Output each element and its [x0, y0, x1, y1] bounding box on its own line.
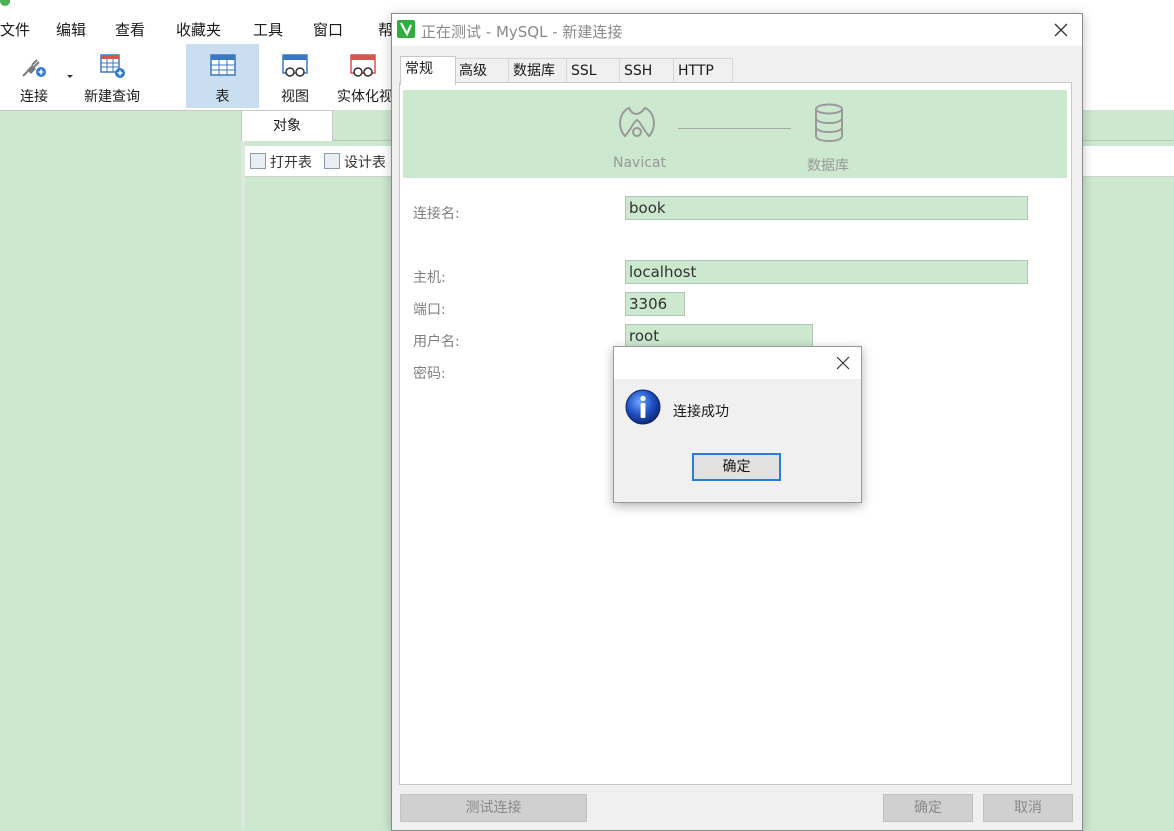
dialog-title: 正在测试 - MySQL - 新建连接: [421, 23, 623, 41]
open-table-label: 打开表: [270, 155, 312, 171]
table-label: 表: [215, 89, 230, 105]
connection-name-input[interactable]: [625, 196, 1028, 220]
host-label: 主机:: [413, 270, 446, 286]
materialized-view-icon: [350, 54, 376, 77]
view-icon: [282, 54, 308, 77]
connection-banner: Navicat 数据库: [403, 90, 1067, 178]
navicat-app-icon: [397, 20, 415, 38]
new-query-label: 新建查询: [84, 89, 140, 105]
tab-http[interactable]: HTTP: [673, 58, 733, 83]
design-table-icon: [324, 153, 340, 169]
cancel-button[interactable]: 取消: [983, 794, 1073, 822]
dialog-close-icon[interactable]: [1050, 19, 1072, 41]
materialized-view-button[interactable]: 实体化视: [334, 44, 392, 108]
database-icon: [815, 103, 843, 143]
connect-dropdown-arrow-icon[interactable]: [66, 74, 74, 80]
messagebox-close-icon[interactable]: [835, 355, 851, 371]
view-label: 视图: [281, 89, 309, 105]
port-label: 端口:: [413, 302, 446, 318]
menu-file[interactable]: 文件: [0, 19, 30, 40]
pane-splitter[interactable]: [241, 110, 245, 829]
new-query-button[interactable]: 新建查询: [78, 44, 146, 108]
tab-database[interactable]: 数据库: [508, 58, 570, 83]
menu-view[interactable]: 查看: [115, 19, 145, 40]
host-input[interactable]: [625, 260, 1028, 284]
app-logo-icon: [0, 0, 10, 6]
view-button[interactable]: 视图: [265, 44, 325, 108]
messagebox-ok-button[interactable]: 确定: [692, 453, 781, 481]
design-table-button[interactable]: 设计表: [324, 152, 386, 172]
banner-connector-line: [678, 128, 791, 129]
new-query-icon: [100, 54, 125, 78]
plug-icon: [22, 59, 46, 77]
tab-ssh[interactable]: SSH: [619, 58, 677, 83]
menu-tools[interactable]: 工具: [253, 19, 283, 40]
tab-objects[interactable]: 对象: [241, 110, 333, 141]
tab-advanced[interactable]: 高级: [454, 58, 510, 83]
table-button[interactable]: 表: [186, 44, 259, 108]
title-strip: [0, 0, 1174, 12]
banner-navicat-label: Navicat: [613, 155, 666, 171]
connect-button[interactable]: 连接: [6, 44, 62, 108]
tab-ssl[interactable]: SSL: [566, 58, 624, 83]
menu-window[interactable]: 窗口: [313, 19, 343, 40]
navicat-logo-icon: [619, 106, 655, 138]
username-label: 用户名:: [413, 334, 460, 350]
messagebox-text: 连接成功: [673, 404, 729, 420]
menu-favorites[interactable]: 收藏夹: [176, 19, 221, 40]
ok-button[interactable]: 确定: [883, 794, 973, 822]
username-input[interactable]: [625, 324, 813, 348]
messagebox-titlebar[interactable]: [614, 347, 861, 379]
open-table-icon: [250, 153, 266, 169]
menu-edit[interactable]: 编辑: [56, 19, 86, 40]
banner-database-label: 数据库: [807, 158, 849, 174]
materialized-view-label: 实体化视: [337, 89, 392, 105]
connection-name-label: 连接名:: [413, 206, 460, 222]
tab-general[interactable]: 常规: [400, 56, 456, 85]
design-table-label: 设计表: [344, 155, 386, 171]
password-label: 密码:: [413, 366, 446, 382]
connection-success-messagebox: 连接成功 确定: [613, 346, 862, 503]
test-connection-button[interactable]: 测试连接: [400, 794, 587, 822]
dialog-titlebar[interactable]: 正在测试 - MySQL - 新建连接: [392, 14, 1082, 46]
port-input[interactable]: [625, 292, 685, 316]
table-icon: [209, 54, 236, 76]
connect-label: 连接: [20, 89, 48, 105]
open-table-button[interactable]: 打开表: [250, 152, 312, 172]
info-icon: [625, 389, 661, 425]
